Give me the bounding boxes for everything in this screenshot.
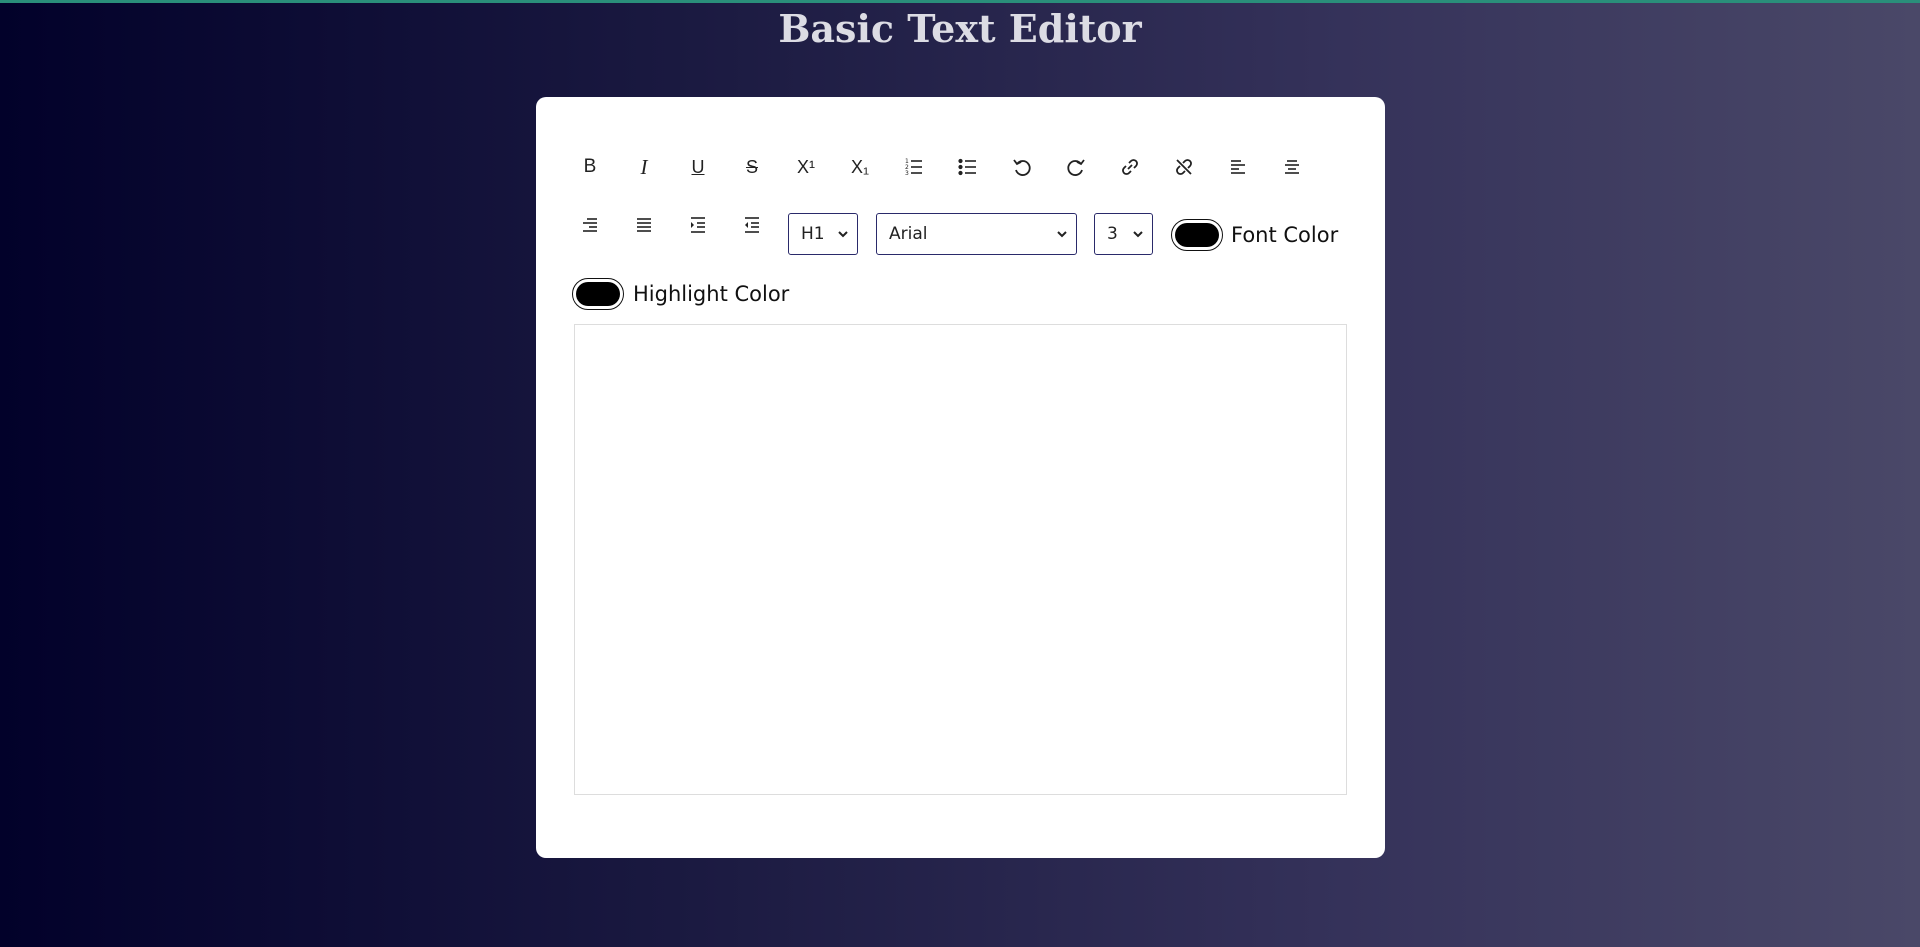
- heading-select[interactable]: H1: [788, 213, 858, 255]
- outdent-icon: [745, 217, 759, 233]
- justify-icon: [637, 218, 651, 232]
- italic-icon: I: [640, 154, 648, 179]
- align-left-icon: [1231, 160, 1245, 174]
- align-center-button[interactable]: [1272, 147, 1312, 187]
- font-color-picker[interactable]: [1171, 219, 1223, 251]
- italic-button[interactable]: I: [624, 147, 664, 187]
- editor-card: B I U S X¹ X₁ 1 2 3 H1 Arial 3 Font Colo…: [536, 97, 1385, 858]
- bold-icon: B: [583, 156, 597, 177]
- link-button[interactable]: [1110, 147, 1150, 187]
- font-size-select-value: 3: [1107, 224, 1118, 244]
- strikethrough-button[interactable]: S: [732, 147, 772, 187]
- outdent-button[interactable]: [732, 205, 772, 245]
- font-size-select[interactable]: 3: [1094, 213, 1153, 255]
- justify-button[interactable]: [624, 205, 664, 245]
- chevron-down-icon: [838, 231, 848, 238]
- ordered-list-button[interactable]: 1 2 3: [894, 147, 934, 187]
- highlight-color-picker[interactable]: [572, 278, 624, 310]
- font-color-swatch: [1175, 223, 1219, 247]
- indent-icon: [691, 217, 705, 233]
- redo-button[interactable]: [1056, 147, 1096, 187]
- align-right-icon: [583, 218, 597, 232]
- chevron-down-icon: [1057, 231, 1067, 238]
- chevron-down-icon: [1133, 231, 1143, 238]
- subscript-icon: X₁: [850, 156, 870, 177]
- font-family-select[interactable]: Arial: [876, 213, 1077, 255]
- font-color-label: Font Color: [1231, 223, 1339, 247]
- underline-icon: U: [691, 156, 705, 177]
- unlink-button[interactable]: [1164, 147, 1204, 187]
- highlight-color-swatch: [576, 282, 620, 306]
- heading-select-value: H1: [801, 224, 825, 244]
- unordered-list-button[interactable]: [948, 147, 988, 187]
- bold-button[interactable]: B: [570, 147, 610, 187]
- redo-icon: [1067, 159, 1085, 176]
- undo-icon: [1013, 159, 1031, 176]
- align-left-button[interactable]: [1218, 147, 1258, 187]
- strikethrough-icon: S: [745, 156, 758, 177]
- align-center-icon: [1285, 160, 1299, 174]
- ordered-list-icon: 1 2 3: [905, 158, 922, 177]
- highlight-color-label: Highlight Color: [633, 282, 790, 306]
- undo-button[interactable]: [1002, 147, 1042, 187]
- page-title: Basic Text Editor: [778, 6, 1142, 51]
- svg-text:3: 3: [905, 170, 909, 177]
- font-family-select-value: Arial: [889, 224, 928, 244]
- underline-button[interactable]: U: [678, 147, 718, 187]
- align-right-button[interactable]: [570, 205, 610, 245]
- editor-content-area[interactable]: [574, 324, 1347, 795]
- unordered-list-icon: [958, 158, 976, 176]
- unlink-icon: [1176, 159, 1192, 175]
- superscript-button[interactable]: X¹: [786, 147, 826, 187]
- indent-button[interactable]: [678, 205, 718, 245]
- subscript-button[interactable]: X₁: [840, 147, 880, 187]
- superscript-icon: X¹: [797, 156, 815, 177]
- link-icon: [1122, 159, 1138, 175]
